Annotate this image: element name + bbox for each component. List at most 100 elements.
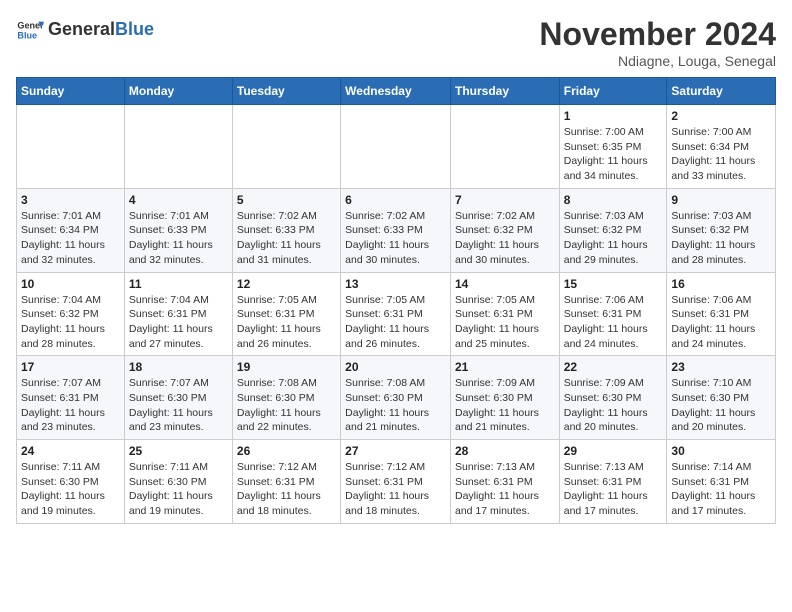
calendar-cell: 26 Sunrise: 7:12 AMSunset: 6:31 PMDayligh… [232,440,340,524]
day-number: 6 [345,193,446,207]
day-number: 8 [564,193,663,207]
calendar-header: SundayMondayTuesdayWednesdayThursdayFrid… [17,78,776,105]
month-title: November 2024 [539,16,776,53]
day-number: 19 [237,360,336,374]
day-number: 21 [455,360,555,374]
calendar-cell [17,105,125,189]
header-day-wednesday: Wednesday [341,78,451,105]
day-number: 26 [237,444,336,458]
calendar-cell: 10 Sunrise: 7:04 AMSunset: 6:32 PMDayligh… [17,272,125,356]
calendar-week-0: 1 Sunrise: 7:00 AMSunset: 6:35 PMDaylight… [17,105,776,189]
day-info: Sunrise: 7:12 AMSunset: 6:31 PMDaylight:… [237,460,336,519]
day-info: Sunrise: 7:00 AMSunset: 6:34 PMDaylight:… [671,125,771,184]
calendar-cell: 13Sunrise: 7:05 AMSunset: 6:31 PMDayligh… [341,272,451,356]
day-number: 3 [21,193,120,207]
calendar-cell: 3Sunrise: 7:01 AMSunset: 6:34 PMDaylight… [17,188,125,272]
day-info: Sunrise: 7:06 AMSunset: 6:31 PMDaylight:… [671,293,771,352]
day-number: 16 [671,277,771,291]
svg-text:Blue: Blue [17,30,37,40]
day-number: 7 [455,193,555,207]
calendar-cell: 2Sunrise: 7:00 AMSunset: 6:34 PMDaylight… [667,105,776,189]
calendar-cell: 8 Sunrise: 7:03 AMSunset: 6:32 PMDaylight… [559,188,667,272]
logo-blue-text: Blue [115,19,154,39]
calendar-cell: 7Sunrise: 7:02 AMSunset: 6:32 PMDaylight… [450,188,559,272]
day-info: Sunrise: 7:03 AMSunset: 6:32 PMDaylight:… [564,209,663,268]
day-number: 25 [129,444,228,458]
calendar-cell: 4Sunrise: 7:01 AMSunset: 6:33 PMDaylight… [124,188,232,272]
location-text: Ndiagne, Louga, Senegal [539,53,776,69]
day-info: Sunrise: 7:07 AMSunset: 6:31 PMDaylight:… [21,376,120,435]
calendar-cell: 21 Sunrise: 7:09 AMSunset: 6:30 PMDayligh… [450,356,559,440]
day-info: Sunrise: 7:05 AMSunset: 6:31 PMDaylight:… [237,293,336,352]
day-info: Sunrise: 7:02 AMSunset: 6:33 PMDaylight:… [345,209,446,268]
calendar-table: SundayMondayTuesdayWednesdayThursdayFrid… [16,77,776,524]
day-number: 5 [237,193,336,207]
calendar-week-3: 17 Sunrise: 7:07 AMSunset: 6:31 PMDayligh… [17,356,776,440]
logo: General Blue GeneralBlue [16,16,154,44]
day-info: Sunrise: 7:08 AMSunset: 6:30 PMDaylight:… [345,376,446,435]
day-info: Sunrise: 7:11 AMSunset: 6:30 PMDaylight:… [129,460,228,519]
calendar-cell: 15Sunrise: 7:06 AMSunset: 6:31 PMDayligh… [559,272,667,356]
day-number: 24 [21,444,120,458]
day-info: Sunrise: 7:11 AMSunset: 6:30 PMDaylight:… [21,460,120,519]
day-info: Sunrise: 7:05 AMSunset: 6:31 PMDaylight:… [455,293,555,352]
day-info: Sunrise: 7:05 AMSunset: 6:31 PMDaylight:… [345,293,446,352]
calendar-cell: 5 Sunrise: 7:02 AMSunset: 6:33 PMDaylight… [232,188,340,272]
page-header: General Blue GeneralBlue November 2024 N… [16,16,776,69]
calendar-cell: 22Sunrise: 7:09 AMSunset: 6:30 PMDayligh… [559,356,667,440]
day-info: Sunrise: 7:07 AMSunset: 6:30 PMDaylight:… [129,376,228,435]
day-number: 23 [671,360,771,374]
calendar-cell: 18Sunrise: 7:07 AMSunset: 6:30 PMDayligh… [124,356,232,440]
calendar-cell: 1 Sunrise: 7:00 AMSunset: 6:35 PMDaylight… [559,105,667,189]
day-info: Sunrise: 7:09 AMSunset: 6:30 PMDaylight:… [455,376,555,435]
calendar-week-1: 3Sunrise: 7:01 AMSunset: 6:34 PMDaylight… [17,188,776,272]
calendar-cell: 25 Sunrise: 7:11 AMSunset: 6:30 PMDayligh… [124,440,232,524]
day-number: 29 [564,444,663,458]
calendar-cell: 12Sunrise: 7:05 AMSunset: 6:31 PMDayligh… [232,272,340,356]
header-day-sunday: Sunday [17,78,125,105]
day-info: Sunrise: 7:01 AMSunset: 6:33 PMDaylight:… [129,209,228,268]
calendar-cell: 20 Sunrise: 7:08 AMSunset: 6:30 PMDayligh… [341,356,451,440]
day-info: Sunrise: 7:02 AMSunset: 6:33 PMDaylight:… [237,209,336,268]
calendar-cell: 19 Sunrise: 7:08 AMSunset: 6:30 PMDayligh… [232,356,340,440]
day-number: 15 [564,277,663,291]
calendar-cell: 24 Sunrise: 7:11 AMSunset: 6:30 PMDayligh… [17,440,125,524]
day-number: 17 [21,360,120,374]
logo-general-text: General [48,19,115,39]
calendar-cell [341,105,451,189]
title-block: November 2024 Ndiagne, Louga, Senegal [539,16,776,69]
calendar-week-2: 10 Sunrise: 7:04 AMSunset: 6:32 PMDayligh… [17,272,776,356]
day-number: 1 [564,109,663,123]
calendar-week-4: 24 Sunrise: 7:11 AMSunset: 6:30 PMDayligh… [17,440,776,524]
calendar-cell: 23 Sunrise: 7:10 AMSunset: 6:30 PMDayligh… [667,356,776,440]
header-day-monday: Monday [124,78,232,105]
day-info: Sunrise: 7:10 AMSunset: 6:30 PMDaylight:… [671,376,771,435]
day-number: 28 [455,444,555,458]
calendar-cell [450,105,559,189]
day-info: Sunrise: 7:04 AMSunset: 6:32 PMDaylight:… [21,293,120,352]
header-day-saturday: Saturday [667,78,776,105]
day-info: Sunrise: 7:09 AMSunset: 6:30 PMDaylight:… [564,376,663,435]
day-number: 20 [345,360,446,374]
day-info: Sunrise: 7:04 AMSunset: 6:31 PMDaylight:… [129,293,228,352]
day-number: 10 [21,277,120,291]
day-info: Sunrise: 7:08 AMSunset: 6:30 PMDaylight:… [237,376,336,435]
calendar-cell [232,105,340,189]
calendar-cell: 29 Sunrise: 7:13 AMSunset: 6:31 PMDayligh… [559,440,667,524]
header-row: SundayMondayTuesdayWednesdayThursdayFrid… [17,78,776,105]
calendar-cell: 11Sunrise: 7:04 AMSunset: 6:31 PMDayligh… [124,272,232,356]
calendar-cell: 9Sunrise: 7:03 AMSunset: 6:32 PMDaylight… [667,188,776,272]
calendar-cell: 27Sunrise: 7:12 AMSunset: 6:31 PMDayligh… [341,440,451,524]
calendar-cell: 17 Sunrise: 7:07 AMSunset: 6:31 PMDayligh… [17,356,125,440]
calendar-cell: 14Sunrise: 7:05 AMSunset: 6:31 PMDayligh… [450,272,559,356]
calendar-cell: 6 Sunrise: 7:02 AMSunset: 6:33 PMDaylight… [341,188,451,272]
day-info: Sunrise: 7:00 AMSunset: 6:35 PMDaylight:… [564,125,663,184]
logo-icon: General Blue [16,16,44,44]
day-info: Sunrise: 7:13 AMSunset: 6:31 PMDaylight:… [564,460,663,519]
calendar-cell: 30Sunrise: 7:14 AMSunset: 6:31 PMDayligh… [667,440,776,524]
header-day-friday: Friday [559,78,667,105]
calendar-cell [124,105,232,189]
header-day-thursday: Thursday [450,78,559,105]
day-number: 9 [671,193,771,207]
calendar-cell: 16 Sunrise: 7:06 AMSunset: 6:31 PMDayligh… [667,272,776,356]
